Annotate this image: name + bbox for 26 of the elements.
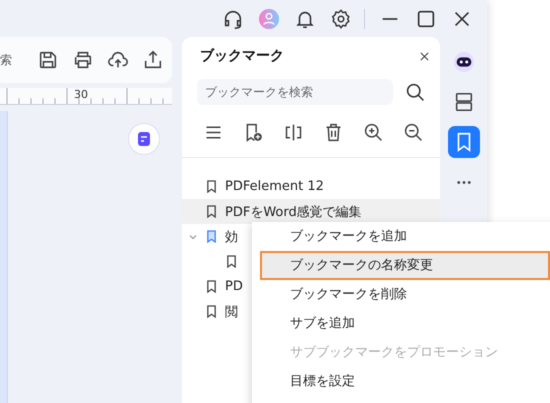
bookmark-title[interactable]: PDFelement 12: [225, 179, 324, 194]
zoom-out-icon[interactable]: [403, 122, 424, 143]
menu-item[interactable]: ブックマークを追加: [260, 222, 550, 251]
menu-item[interactable]: ブックマークを削除: [260, 280, 550, 309]
note-icon: [136, 131, 152, 147]
panel-title: ブックマーク: [200, 47, 284, 65]
menu-item[interactable]: サブを追加: [260, 309, 550, 338]
bookmark-title[interactable]: PD: [225, 279, 243, 294]
save-icon[interactable]: [37, 49, 59, 71]
assistant-button[interactable]: [128, 123, 160, 155]
bookmark-title[interactable]: 効: [225, 228, 238, 246]
toolbar-label[interactable]: 索: [0, 52, 12, 68]
ruler-number: 30: [74, 88, 88, 102]
share-icon[interactable]: [142, 49, 164, 71]
close-icon[interactable]: [419, 50, 430, 62]
menu-item[interactable]: ブックマークの名称変更: [260, 251, 550, 280]
print-icon[interactable]: [72, 49, 94, 71]
settings-icon[interactable]: [330, 8, 352, 30]
menu-item[interactable]: 目標を設定: [260, 367, 550, 396]
bookmark-title[interactable]: 閲: [225, 302, 238, 320]
text-cursor-icon[interactable]: [283, 122, 304, 143]
search-icon[interactable]: [405, 82, 426, 102]
search-field[interactable]: ブックマークを検索: [197, 79, 393, 105]
zoom-in-icon[interactable]: [363, 122, 384, 143]
bookmark-button[interactable]: [448, 126, 480, 158]
robot-icon: [452, 51, 474, 73]
